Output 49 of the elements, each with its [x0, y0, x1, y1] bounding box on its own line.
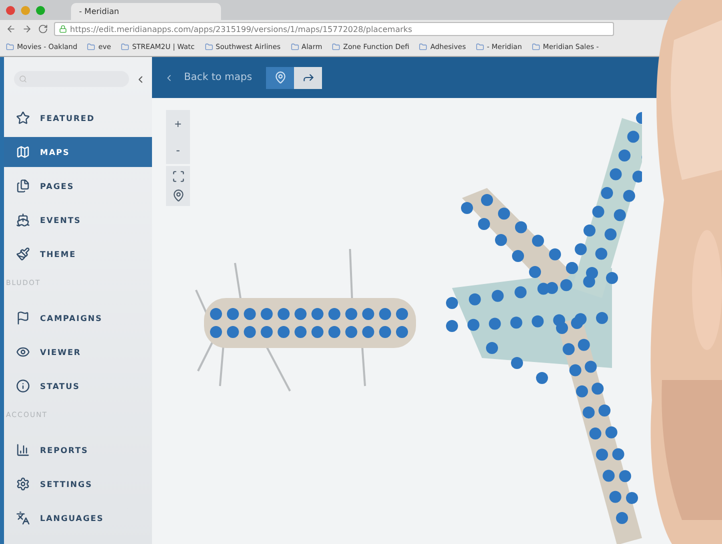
reload-icon[interactable] — [38, 24, 48, 34]
lock-icon — [59, 25, 67, 33]
nav-item[interactable]: LANGUAGES — [4, 503, 152, 533]
folder-icon — [332, 43, 340, 51]
folder-icon — [476, 43, 484, 51]
map-pin-icon — [274, 71, 287, 84]
zoom-in-button[interactable]: + — [168, 114, 188, 134]
folder-icon — [121, 43, 130, 51]
share-mode-button[interactable] — [294, 66, 322, 88]
address-bar[interactable]: https://edit.meridianapps.com/apps/2315199/versions/1/maps/15772028/placemarks — [54, 22, 614, 36]
search-icon — [19, 75, 27, 83]
settings-icon — [16, 477, 30, 491]
flag-icon — [16, 311, 30, 325]
search-field[interactable] — [14, 71, 129, 87]
folder-icon — [6, 43, 14, 51]
folder-icon — [419, 43, 428, 51]
back-link[interactable]: Back to maps — [164, 72, 252, 83]
eye-icon — [16, 345, 30, 359]
star-icon — [16, 111, 30, 125]
placemark-mode-button[interactable] — [266, 66, 294, 88]
browser-tab[interactable]: - Meridian — [71, 3, 221, 20]
location-pin-icon[interactable] — [172, 189, 184, 202]
folder-icon — [532, 43, 540, 51]
nav-item[interactable]: MAPS — [4, 137, 152, 167]
nav-item[interactable]: STATUS — [4, 371, 152, 401]
folder-icon — [204, 43, 213, 51]
zoom-out-button[interactable]: - — [168, 140, 188, 160]
close-window-button[interactable] — [6, 6, 15, 15]
select-area-icon[interactable] — [172, 170, 184, 183]
nav-item[interactable]: THEME — [4, 239, 152, 269]
forward-icon[interactable] — [22, 24, 32, 34]
nav-item[interactable]: FEATURED — [4, 103, 152, 133]
nav-item[interactable]: CAMPAIGNS — [4, 303, 152, 333]
back-icon[interactable] — [6, 24, 16, 34]
info-icon — [16, 379, 30, 393]
bar-chart-icon — [16, 443, 30, 457]
nav-item[interactable]: REPORTS — [4, 435, 152, 465]
folder-icon — [290, 43, 299, 51]
ship-icon — [16, 213, 30, 227]
nav-item[interactable]: EVENTS — [4, 205, 152, 235]
nav-item[interactable]: PAGES — [4, 171, 152, 201]
pages-icon — [16, 179, 30, 193]
folder-icon — [87, 43, 96, 51]
map-icon — [16, 145, 30, 159]
translate-icon — [16, 511, 30, 525]
brush-icon — [16, 247, 30, 261]
nav-item[interactable]: SETTINGS — [4, 469, 152, 499]
nav-item[interactable]: VIEWER — [4, 337, 152, 367]
share-arrow-icon — [302, 71, 315, 84]
